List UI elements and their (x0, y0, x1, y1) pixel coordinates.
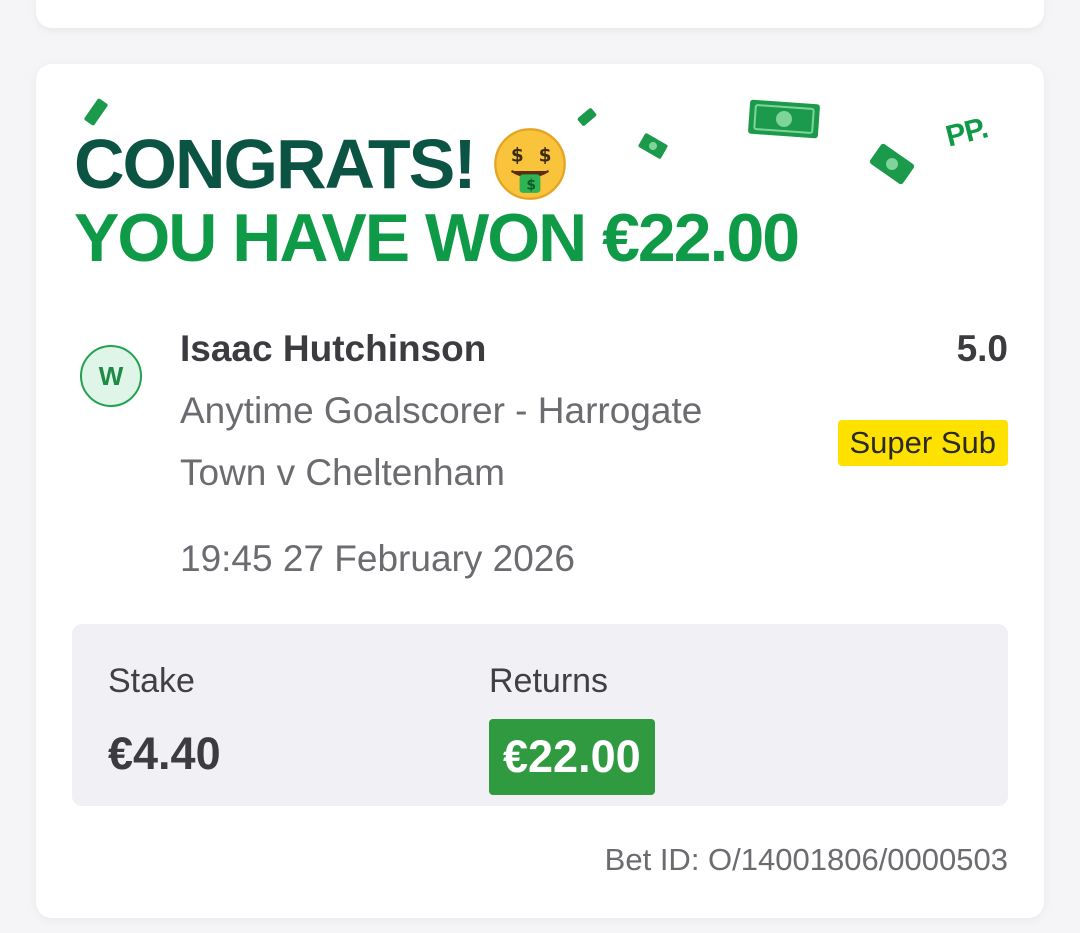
svg-text:$: $ (538, 146, 550, 167)
returns-label: Returns (489, 662, 609, 700)
event-datetime: 19:45 27 February 2026 (180, 538, 575, 579)
super-sub-tag: Super Sub (837, 420, 1008, 466)
banknote-icon (84, 98, 108, 126)
bet-id: Bet ID: O/14001806/0000503 (604, 842, 1008, 877)
brand-logo: PP. (942, 111, 991, 154)
market-line-1: Anytime Goalscorer - Harrogate (180, 390, 703, 431)
market-description: Anytime Goalscorer - Harrogate Town v Ch… (180, 380, 800, 504)
stake-value: €4.40 (108, 728, 221, 779)
previous-card (36, 0, 1044, 28)
banknote-icon (869, 143, 915, 185)
svg-text:$: $ (511, 146, 523, 167)
congrats-text: CONGRATS! (74, 125, 477, 203)
bet-receipt-page: PP. CONGRATS! $ $ $ YOU HAVE WON €22.00 … (0, 0, 1080, 933)
won-amount-heading: YOU HAVE WON €22.00 (74, 200, 800, 276)
stake-label: Stake (108, 662, 195, 700)
congrats-heading: CONGRATS! $ $ $ (74, 128, 798, 200)
selection-details: Isaac Hutchinson Anytime Goalscorer - Ha… (180, 326, 800, 582)
selection-name: Isaac Hutchinson (180, 328, 487, 369)
winning-bet-card: PP. CONGRATS! $ $ $ YOU HAVE WON €22.00 … (36, 64, 1044, 918)
market-line-2: Town v Cheltenham (180, 452, 505, 493)
win-headline: CONGRATS! $ $ $ YOU HAVE WON €22.00 (74, 128, 800, 276)
selection-odds: 5.0 (956, 328, 1008, 369)
win-status-badge: W (80, 345, 142, 407)
banknote-icon (577, 108, 597, 126)
returns-value: €22.00 (489, 719, 655, 795)
stake-returns-panel: Stake €4.40 Returns €22.00 (72, 624, 1008, 806)
money-mouth-face-icon: $ $ $ (493, 128, 566, 200)
